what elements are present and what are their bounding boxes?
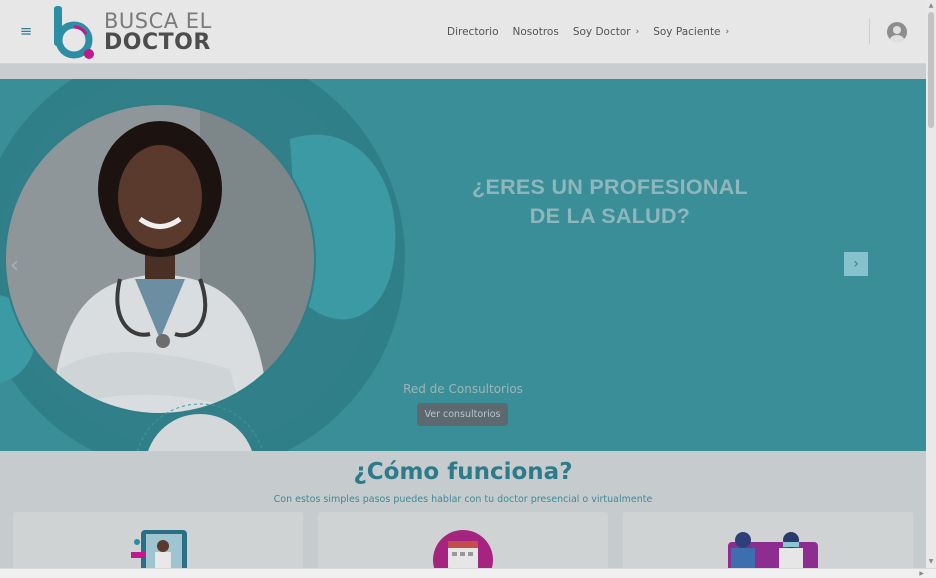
doctor-photo (0, 79, 420, 451)
nav-divider (869, 18, 870, 44)
vertical-scrollbar[interactable]: ▲ ▼ (926, 0, 936, 568)
hero-title-line2: DE LA SALUD? (529, 204, 691, 228)
nav-nosotros-link[interactable]: Nosotros (513, 24, 559, 40)
nav-soy-paciente-dropdown[interactable]: Soy Paciente › (653, 24, 729, 40)
hero-title: ¿ERES UN PROFESIONAL DE LA SALUD? (440, 173, 780, 231)
calendar-icon (433, 530, 493, 572)
scroll-right-arrow-icon[interactable]: ▶ (919, 569, 924, 578)
nav-directorio-link[interactable]: Directorio (447, 24, 499, 40)
slider-prev-arrow-icon[interactable]: ‹ (10, 255, 26, 277)
step-card-schedule (318, 512, 608, 572)
main-nav: Directorio Nosotros Soy Doctor › Soy Paci… (447, 24, 729, 40)
how-it-works-section: ¿Cómo funciona? Con estos simples pasos … (0, 451, 926, 572)
scrollbar-thumb[interactable] (928, 12, 934, 128)
site-header: ≡ BUSCA EL DOCTOR Directorio Nosotros So… (0, 0, 926, 64)
nav-item-label: Soy Doctor (572, 26, 631, 38)
scroll-down-arrow-icon[interactable]: ▼ (926, 558, 936, 566)
horizontal-scrollbar[interactable]: ▶ (0, 568, 936, 578)
nav-item-label: Nosotros (512, 26, 559, 38)
step-card-search (13, 512, 303, 572)
chevron-right-icon: › (635, 27, 640, 37)
user-avatar-icon[interactable] (887, 22, 907, 42)
logo-text-line1: BUSCA EL (104, 9, 212, 33)
hero-subtitle: Red de Consultorios (403, 382, 523, 396)
hero-slider: ‹ ¿ERES UN PROFESIONAL DE LA SALUD? Red … (0, 79, 926, 451)
hamburger-menu-icon[interactable]: ≡ (18, 22, 34, 40)
nav-soy-doctor-dropdown[interactable]: Soy Doctor › (573, 24, 639, 40)
scroll-up-arrow-icon[interactable]: ▲ (926, 2, 936, 10)
chevron-right-icon: › (725, 27, 730, 37)
nav-item-label: Soy Paciente (653, 26, 721, 38)
brand-logo[interactable]: BUSCA EL DOCTOR (52, 4, 212, 60)
ver-consultorios-button[interactable]: Ver consultorios (417, 403, 508, 426)
slider-next-arrow-icon[interactable]: › (844, 252, 868, 276)
logo-text-line2: DOCTOR (104, 30, 211, 55)
how-it-works-subtitle: Con estos simples pasos puedes hablar co… (273, 494, 653, 505)
how-it-works-title: ¿Cómo funciona? (353, 459, 573, 485)
doctor-patient-icon (728, 532, 818, 572)
hero-title-line1: ¿ERES UN PROFESIONAL (472, 175, 748, 199)
step-card-consult (623, 512, 913, 572)
nav-item-label: Directorio (447, 26, 499, 38)
phone-doctor-icon (131, 530, 187, 572)
logo-mark-icon (54, 6, 94, 59)
